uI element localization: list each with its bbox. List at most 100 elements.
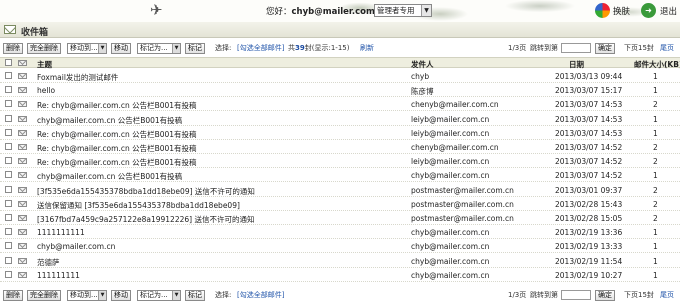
mark-button[interactable]: 标记 (185, 42, 205, 54)
table-row[interactable]: chyb@mailer.com.cn 公告栏B001有投稿 leiyb@maile… (0, 112, 680, 126)
mark-button[interactable]: 标记 (185, 289, 205, 301)
next-page-link[interactable]: 下页15封 (624, 43, 654, 53)
table-row[interactable]: Re: chyb@mailer.com.cn 公告栏B001有投稿 leiyb@m… (0, 154, 680, 169)
skin-button[interactable]: 换肤 (595, 3, 630, 18)
row-checkbox[interactable] (5, 242, 12, 250)
chevron-down-icon: ▼ (172, 43, 180, 53)
title-bar: 收件箱 (0, 22, 680, 38)
mail-size: 2 (653, 100, 658, 110)
mail-sender: 陈彦博 (411, 87, 434, 97)
table-row[interactable]: Re: chyb@mailer.com.cn 公告栏B001有投稿 chenyb@… (0, 140, 680, 154)
table-row[interactable]: [3f535e6da155435378bdba1dd18ebe09] 送信不许可… (0, 183, 680, 197)
table-row[interactable]: 送信保留通知 [3f535e6da155435378bdba1dd18ebe09… (0, 197, 680, 211)
count-prefix: 共 (288, 44, 295, 52)
mail-date: 2013/02/19 13:33 (555, 242, 623, 252)
mail-sender: postmaster@mailer.com.cn (411, 185, 514, 195)
jump-page-input[interactable] (561, 43, 591, 53)
confirm-button[interactable]: 确定 (595, 289, 615, 301)
mail-size: 1 (653, 114, 658, 124)
table-row[interactable]: chyb@mailer.com.cn 公告栏B001有投稿 chyb@mailer… (0, 168, 680, 183)
table-row[interactable]: 1111111111 chyb@mailer.com.cn 2013/02/19 1… (0, 225, 680, 240)
table-row[interactable]: 范德萨 chyb@mailer.com.cn 2013/02/19 11:54 1 (0, 254, 680, 268)
row-checkbox[interactable] (5, 157, 12, 165)
mail-sender: chyb@mailer.com.cn (411, 242, 490, 252)
row-checkbox[interactable] (5, 256, 12, 264)
mail-subject[interactable]: Re: chyb@mailer.com.cn 公告栏B001有投稿 (37, 157, 197, 168)
row-checkbox[interactable] (5, 171, 12, 179)
envelope-icon (18, 158, 27, 165)
jump-label: 跳转到第 (530, 291, 558, 299)
select-all-link[interactable]: [勾选全部邮件] (237, 43, 284, 53)
row-checkbox[interactable] (5, 86, 12, 94)
envelope-icon (18, 243, 27, 250)
move-button[interactable]: 移动 (111, 42, 131, 54)
table-row[interactable]: Re: chyb@mailer.com.cn 公告栏B001有投稿 leiyb@m… (0, 126, 680, 140)
mail-sender: chenyb@mailer.com.cn (411, 100, 499, 110)
delete-all-button[interactable]: 完全删除 (27, 42, 61, 54)
mail-subject[interactable]: Foxmail发出的测试邮件 (37, 72, 118, 83)
row-checkbox[interactable] (5, 72, 12, 79)
mail-subject[interactable]: [3f535e6da155435378bdba1dd18ebe09] 送信不许可… (37, 186, 255, 197)
envelope-icon (18, 87, 27, 94)
mail-subject[interactable]: 111111111 (37, 271, 80, 280)
row-checkbox[interactable] (5, 128, 12, 136)
envelope-icon (18, 172, 27, 179)
mail-sender: leiyb@mailer.com.cn (411, 114, 490, 124)
table-row[interactable]: Foxmail发出的测试邮件 chyb 2013/03/13 09:44 1 (0, 69, 680, 83)
last-page-link[interactable]: 尾页 (660, 290, 674, 300)
row-checkbox[interactable] (5, 214, 12, 221)
mail-subject[interactable]: Re: chyb@mailer.com.cn 公告栏B001有投稿 (37, 143, 197, 154)
user-greeting: 您好：chyb@mailer.com.cn (266, 5, 389, 17)
mark-as-select[interactable]: 标记为... ▼ (137, 42, 181, 54)
exit-button[interactable]: ➜ 退出 (641, 3, 677, 18)
row-checkbox[interactable] (5, 114, 12, 122)
delete-button[interactable]: 删除 (3, 42, 23, 54)
select-all-link[interactable]: [勾选全部邮件] (237, 290, 284, 300)
mail-date: 2013/02/19 10:27 (555, 270, 623, 280)
row-checkbox[interactable] (5, 270, 12, 278)
mail-subject[interactable]: 1111111111 (37, 228, 85, 237)
last-page-link[interactable]: 尾页 (660, 43, 674, 53)
mail-subject[interactable]: Re: chyb@mailer.com.cn 公告栏B001有投稿 (37, 129, 197, 140)
top-banner: ✈ 您好：chyb@mailer.com.cn 管理者专用 ▼ 换肤 ➜ 退出 (0, 0, 680, 22)
envelope-icon (18, 200, 27, 207)
mail-subject[interactable]: [3167fbd7a459c9a257122e8a19912226] 送信不许可… (37, 214, 254, 225)
mail-date: 2013/03/13 09:44 (555, 72, 623, 81)
exit-icon: ➜ (641, 3, 656, 18)
row-checkbox[interactable] (5, 199, 12, 207)
row-checkbox[interactable] (5, 185, 12, 193)
row-checkbox[interactable] (5, 100, 12, 108)
envelope-icon (18, 271, 27, 278)
mail-subject[interactable]: 范德萨 (37, 257, 60, 268)
confirm-button[interactable]: 确定 (595, 42, 615, 54)
delete-all-button[interactable]: 完全删除 (27, 289, 61, 301)
table-row[interactable]: chyb@mailer.com.cn chyb@mailer.com.cn 2013… (0, 239, 680, 254)
chevron-down-icon: ▼ (98, 43, 106, 53)
crane-logo-icon: ✈ (150, 1, 163, 19)
mail-subject[interactable]: Re: chyb@mailer.com.cn 公告栏B001有投稿 (37, 100, 197, 111)
refresh-link[interactable]: 刷新 (360, 43, 374, 53)
move-button[interactable]: 移动 (111, 289, 131, 301)
table-row[interactable]: [3167fbd7a459c9a257122e8a19912226] 送信不许可… (0, 211, 680, 225)
mail-subject[interactable]: 送信保留通知 [3f535e6da155435378bdba1dd18ebe09… (37, 200, 240, 211)
select-all-checkbox[interactable] (5, 59, 12, 66)
manager-select[interactable]: 管理者专用 ▼ (374, 4, 432, 17)
jump-page-input[interactable] (561, 290, 591, 300)
row-checkbox[interactable] (5, 143, 12, 150)
row-checkbox[interactable] (5, 228, 12, 236)
table-row[interactable]: Re: chyb@mailer.com.cn 公告栏B001有投稿 chenyb@… (0, 97, 680, 112)
toolbar-top: 删除 完全删除 移动到... ▼ 移动 标记为... ▼ 标记 选择: [勾选全部邮… (0, 41, 680, 55)
page-title: 收件箱 (21, 28, 49, 38)
mail-subject[interactable]: chyb@mailer.com.cn 公告栏B001有投稿 (37, 115, 182, 126)
move-to-select[interactable]: 移动到... ▼ (67, 289, 107, 301)
chevron-down-icon: ▼ (421, 5, 431, 16)
mail-subject[interactable]: hello (37, 86, 55, 95)
mail-subject[interactable]: chyb@mailer.com.cn (37, 242, 115, 251)
table-row[interactable]: 111111111 chyb@mailer.com.cn 2013/02/19 10… (0, 268, 680, 282)
move-to-select[interactable]: 移动到... ▼ (67, 42, 107, 54)
next-page-link[interactable]: 下页15封 (624, 290, 654, 300)
mail-subject[interactable]: chyb@mailer.com.cn 公告栏B001有投稿 (37, 171, 182, 182)
table-row[interactable]: hello 陈彦博 2013/03/07 15:17 1 (0, 83, 680, 98)
mark-as-select[interactable]: 标记为... ▼ (137, 289, 181, 301)
delete-button[interactable]: 删除 (3, 289, 23, 301)
